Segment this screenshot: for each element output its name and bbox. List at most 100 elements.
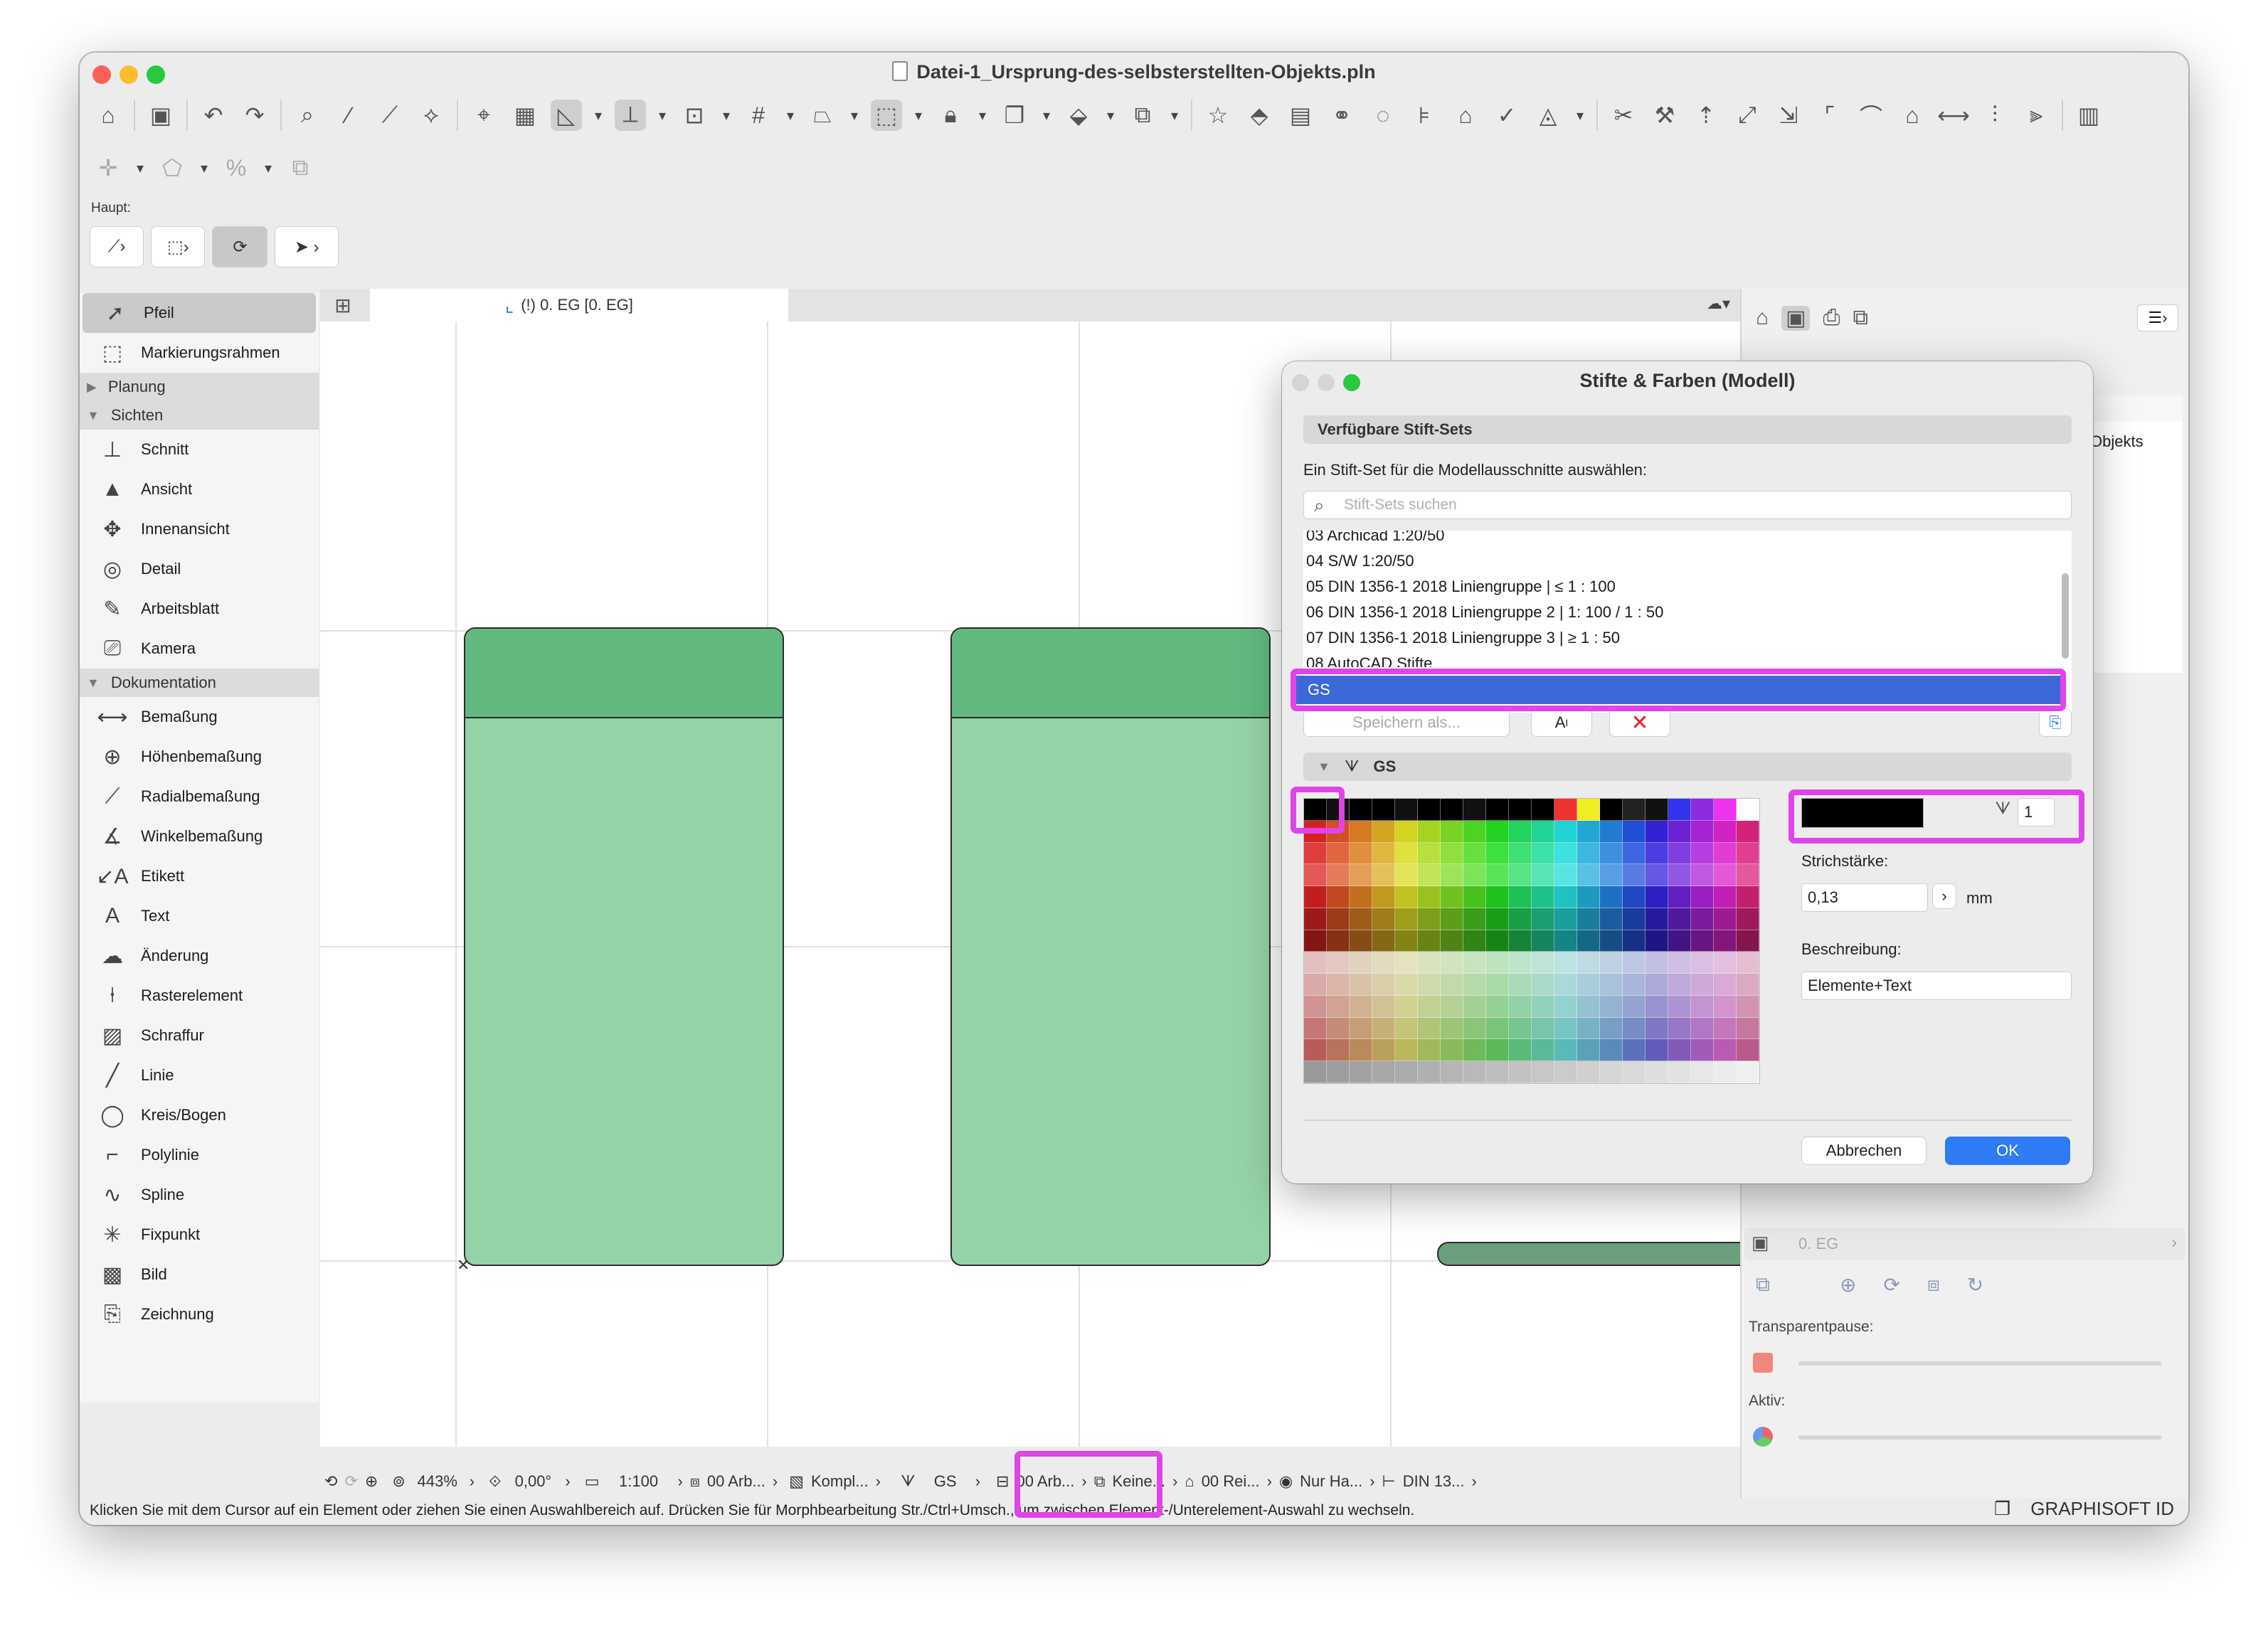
pen-color-cell[interactable] — [1350, 1061, 1372, 1083]
view-options-icon[interactable]: ☁▾ — [1707, 294, 1730, 313]
curve-icon[interactable]: ⌒ — [1855, 100, 1887, 131]
copy-icon[interactable]: ⧉ — [285, 152, 316, 183]
pen-color-cell[interactable] — [1691, 930, 1714, 952]
pen-color-cell[interactable] — [1668, 842, 1691, 865]
tool-bild[interactable]: ▩ Bild — [80, 1255, 319, 1294]
structure-value[interactable]: 00 Rei... — [1202, 1472, 1260, 1491]
pen-color-cell[interactable] — [1554, 886, 1577, 908]
chevron-right-icon[interactable]: › — [565, 1472, 570, 1491]
pen-color-cell[interactable] — [1418, 842, 1441, 865]
pen-color-cell[interactable] — [1395, 974, 1418, 996]
tool-hoehenbemassung[interactable]: ⊕ Höhenbemaßung — [80, 737, 319, 777]
pen-color-cell[interactable] — [1532, 799, 1554, 821]
tool-text[interactable]: A Text — [80, 896, 319, 936]
pen-color-cell[interactable] — [1418, 974, 1441, 996]
pen-color-cell[interactable] — [1509, 1017, 1532, 1040]
pen-color-cell[interactable] — [1304, 864, 1327, 887]
pen-color-cell[interactable] — [1463, 1061, 1486, 1083]
pen-color-cell[interactable] — [1600, 1061, 1623, 1083]
pen-color-cell[interactable] — [1350, 974, 1372, 996]
pen-color-cell[interactable] — [1623, 799, 1646, 821]
list-item[interactable]: 07 DIN 1356-1 2018 Liniengruppe 3 | ≥ 1 … — [1306, 629, 1620, 647]
pen-color-cell[interactable] — [1327, 886, 1350, 908]
chevron-right-icon[interactable]: › — [975, 1472, 980, 1491]
pen-color-cell[interactable] — [1463, 820, 1486, 843]
pen-color-cell[interactable] — [1350, 842, 1372, 865]
roof-icon[interactable]: ⌂ — [1897, 100, 1928, 131]
pen-color-cell[interactable] — [1714, 930, 1737, 952]
pen-color-cell[interactable] — [1441, 930, 1463, 952]
redo-icon[interactable]: ↷ — [239, 100, 270, 131]
pen-color-cell[interactable] — [1577, 974, 1600, 996]
pen-set-value[interactable]: GS — [923, 1472, 968, 1491]
pen-color-cell[interactable] — [1350, 799, 1372, 821]
pen-color-cell[interactable] — [1646, 799, 1668, 821]
pen-color-cell[interactable] — [1372, 974, 1395, 996]
pen-color-cell[interactable] — [1327, 1017, 1350, 1040]
pen-color-cell[interactable] — [1646, 820, 1668, 843]
pen-color-cell[interactable] — [1509, 908, 1532, 930]
pen-color-cell[interactable] — [1395, 930, 1418, 952]
pen-color-cell[interactable] — [1691, 842, 1714, 865]
pen-color-cell[interactable] — [1486, 952, 1509, 974]
chevron-down-icon[interactable]: ▾ — [1574, 100, 1586, 131]
pen-color-cell[interactable] — [1646, 842, 1668, 865]
pen-color-cell[interactable] — [1486, 995, 1509, 1018]
pen-color-cell[interactable] — [1304, 974, 1327, 996]
offset-icon[interactable]: ⇲ — [1773, 100, 1804, 131]
pen-color-cell[interactable] — [1395, 1039, 1418, 1062]
pen-color-cell[interactable] — [1668, 995, 1691, 1018]
align-icon[interactable]: ⫶ — [1979, 100, 2010, 131]
chevron-down-icon[interactable]: ▾ — [720, 100, 733, 131]
pen-color-cell[interactable] — [1623, 952, 1646, 974]
mirror-icon[interactable]: ⟷ — [1937, 100, 1970, 131]
undo-icon[interactable]: ↶ — [198, 100, 229, 131]
filter-icon[interactable]: ⊧ — [1409, 100, 1440, 131]
zoom-forward-icon[interactable]: ⟳ — [344, 1472, 357, 1491]
pen-color-cell[interactable] — [1623, 1061, 1646, 1083]
pen-color-cell[interactable] — [1577, 995, 1600, 1018]
pen-color-cell[interactable] — [1577, 1017, 1600, 1040]
pen-color-cell[interactable] — [1372, 864, 1395, 887]
refresh-icon[interactable]: ↻ — [1967, 1273, 1983, 1297]
ruler-icon[interactable]: ▦ — [509, 100, 541, 131]
chevron-down-icon[interactable]: ▾ — [976, 100, 989, 131]
morph-block-1[interactable] — [464, 627, 784, 1266]
pen-color-cell[interactable] — [1463, 1017, 1486, 1040]
eyedropper-icon[interactable]: ⁄ — [333, 100, 364, 131]
pen-color-cell[interactable] — [1691, 799, 1714, 821]
pen-color-cell[interactable] — [1600, 864, 1623, 887]
tool-polylinie[interactable]: ⌐ Polylinie — [80, 1135, 319, 1175]
pen-color-cell[interactable] — [1646, 886, 1668, 908]
pen-color-cell[interactable] — [1532, 908, 1554, 930]
pen-color-cell[interactable] — [1418, 908, 1441, 930]
group-planung[interactable]: ▶ Planung — [80, 373, 319, 401]
resize-icon[interactable]: ⤢ — [1732, 100, 1763, 131]
render-icon[interactable]: ⬘ — [1244, 100, 1275, 131]
delete-button[interactable]: ✕ — [1609, 708, 1670, 737]
snap-guide-icon[interactable]: ⟂ — [615, 100, 646, 131]
new-view-icon[interactable]: ⊕ — [1840, 1273, 1856, 1297]
pen-color-cell[interactable] — [1463, 886, 1486, 908]
tool-pfeil[interactable]: ➚ Pfeil — [83, 293, 316, 333]
pen-color-cell[interactable] — [1737, 799, 1759, 821]
pen-color-cell[interactable] — [1532, 886, 1554, 908]
pen-color-cell[interactable] — [1646, 908, 1668, 930]
chevron-right-icon[interactable]: › — [876, 1472, 881, 1491]
pen-color-cell[interactable] — [1463, 995, 1486, 1018]
pen-color-cell[interactable] — [1532, 1061, 1554, 1083]
pen-color-cell[interactable] — [1600, 974, 1623, 996]
pen-color-cell[interactable] — [1623, 995, 1646, 1018]
pen-color-cell[interactable] — [1600, 820, 1623, 843]
tool-kreis-bogen[interactable]: ◯ Kreis/Bogen — [80, 1095, 319, 1135]
tool-arbeitsblatt[interactable]: ✎ Arbeitsblatt — [80, 589, 319, 629]
pen-color-cell[interactable] — [1554, 820, 1577, 843]
story-row[interactable]: ▣ 0. EG › — [1744, 1228, 2185, 1260]
pen-color-cell[interactable] — [1577, 864, 1600, 887]
tool-spline[interactable]: ∿ Spline — [80, 1175, 319, 1215]
pen-color-cell[interactable] — [1327, 1039, 1350, 1062]
chevron-right-icon[interactable]: › — [1472, 1472, 1477, 1491]
pen-color-cell[interactable] — [1441, 1017, 1463, 1040]
pen-color-cell[interactable] — [1486, 820, 1509, 843]
list-item[interactable]: 04 S/W 1:20/50 — [1306, 552, 1414, 570]
